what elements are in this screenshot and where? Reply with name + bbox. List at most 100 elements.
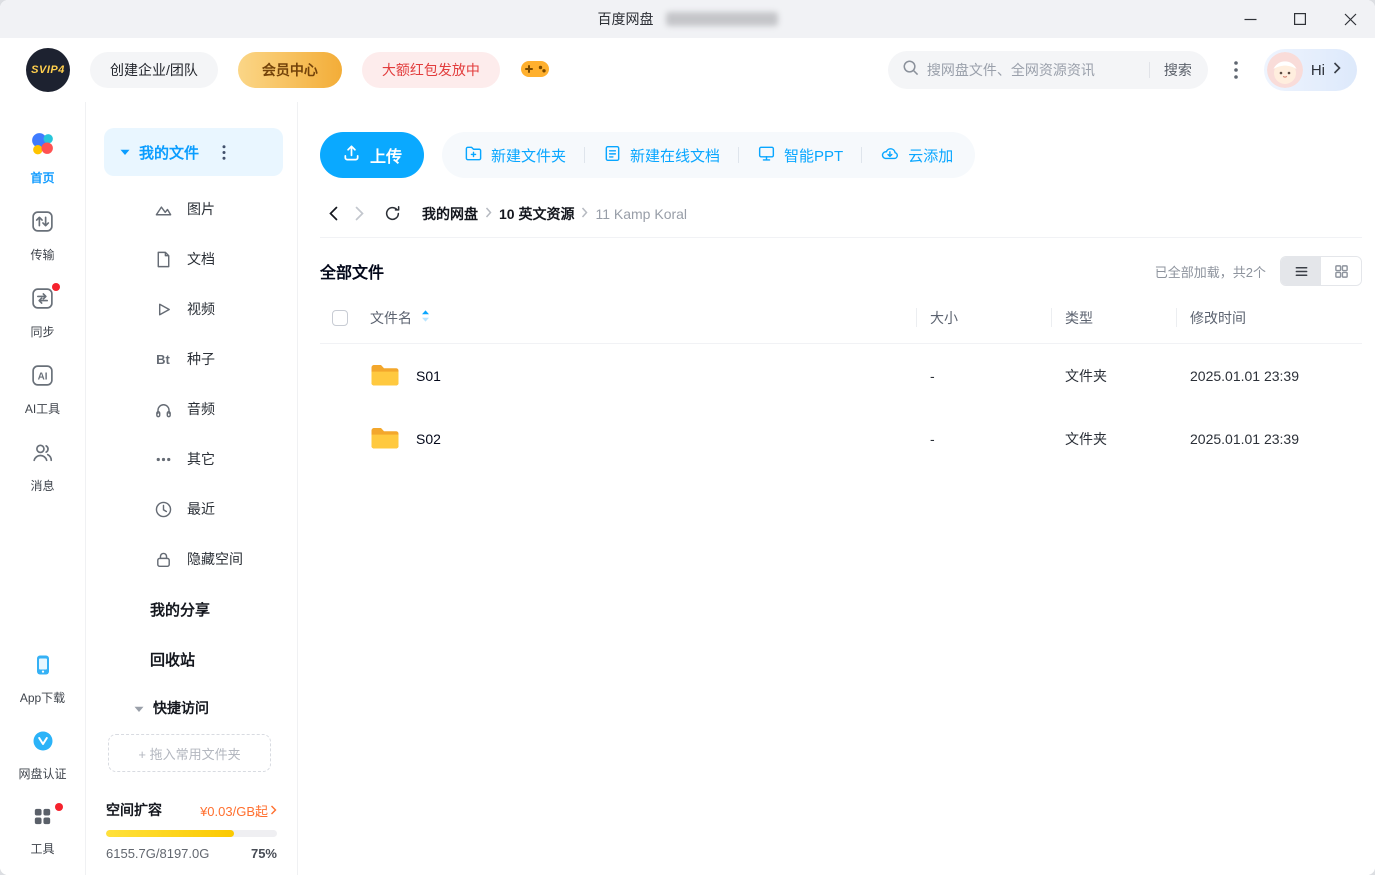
- file-row[interactable]: S01 - 文件夹 2025.01.01 23:39: [320, 344, 1362, 407]
- upload-button[interactable]: 上传: [320, 132, 425, 178]
- cloud-add-icon: [880, 144, 900, 167]
- maximize-button[interactable]: [1275, 0, 1325, 38]
- app-window: 百度网盘 SVIP4 创建企业/团队 会员中心 大额红包发放中 搜网盘文件、全网…: [0, 0, 1375, 875]
- grid-view-icon: [1334, 264, 1348, 278]
- category-label-torrents: 种子: [187, 351, 215, 367]
- minimize-button[interactable]: [1225, 0, 1275, 38]
- new-online-doc-button[interactable]: 新建在线文档: [585, 132, 738, 178]
- load-status: 已全部加载，共2个: [1154, 264, 1266, 280]
- storage-panel: 空间扩容 ¥0.03/GB起 6155.7G/8197.0G 75%: [86, 788, 297, 875]
- sidebar-item-audio[interactable]: 音频: [86, 384, 297, 434]
- red-packet-button[interactable]: 大额红包发放中: [361, 52, 500, 88]
- search-input[interactable]: [926, 62, 1141, 78]
- breadcrumb-item-current: 11 Kamp Koral: [595, 205, 688, 222]
- sidebar-item-my-shares[interactable]: 我的分享: [86, 584, 297, 634]
- sidebar-item-recent[interactable]: 最近: [86, 484, 297, 534]
- sidebar-item-quick-access[interactable]: 快捷访问: [86, 684, 297, 732]
- file-row[interactable]: S02 - 文件夹 2025.01.01 23:39: [320, 407, 1362, 470]
- ai-icon-text: AI: [38, 371, 48, 382]
- drag-folder-dropzone[interactable]: + 拖入常用文件夹: [108, 734, 271, 772]
- smart-ppt-button[interactable]: 智能PPT: [739, 132, 861, 178]
- storage-progress-bar: [106, 830, 277, 837]
- select-all-checkbox[interactable]: [332, 309, 348, 326]
- chevron-down-icon: [134, 700, 144, 716]
- username-blurred: [665, 12, 778, 26]
- nav-item-home[interactable]: 首页: [0, 130, 85, 186]
- breadcrumb-item-root[interactable]: 我的网盘: [422, 204, 478, 224]
- new-folder-label: 新建文件夹: [491, 147, 567, 165]
- sidebar-item-torrents[interactable]: Bt 种子: [86, 334, 297, 384]
- category-label-videos: 视频: [187, 301, 215, 317]
- cloud-add-label: 云添加: [908, 147, 954, 165]
- sidebar-item-pictures[interactable]: 图片: [86, 184, 297, 234]
- category-label-pictures: 图片: [187, 201, 215, 217]
- quick-access-label: 快捷访问: [153, 700, 209, 716]
- list-view-button[interactable]: [1281, 257, 1321, 285]
- nav-item-verification[interactable]: 网盘认证: [0, 729, 85, 782]
- column-header-modified[interactable]: 修改时间: [1176, 292, 1362, 343]
- back-button[interactable]: [320, 201, 346, 227]
- files-header: 全部文件 已全部加载，共2个: [320, 250, 1362, 292]
- file-size: -: [930, 367, 935, 384]
- sidebar-item-recycle-bin[interactable]: 回收站: [86, 634, 297, 684]
- nav-item-sync[interactable]: 同步: [0, 283, 85, 340]
- file-modified: 2025.01.01 23:39: [1190, 367, 1299, 384]
- forward-button[interactable]: [346, 201, 372, 227]
- new-folder-button[interactable]: 新建文件夹: [446, 132, 584, 178]
- sidebar-item-my-files[interactable]: 我的文件: [104, 128, 283, 176]
- upload-icon: [342, 143, 361, 167]
- file-name[interactable]: S01: [416, 368, 441, 384]
- sidebar-item-hidden-space[interactable]: 隐藏空间: [86, 534, 297, 584]
- sidebar-item-others[interactable]: 其它: [86, 434, 297, 484]
- smart-ppt-label: 智能PPT: [784, 147, 844, 165]
- transfer-icon: [30, 209, 55, 239]
- breadcrumb-bar: 我的网盘 10 英文资源 11 Kamp Koral: [320, 190, 1362, 238]
- column-header-type[interactable]: 类型: [1051, 292, 1190, 343]
- sidebar-item-documents[interactable]: 文档: [86, 234, 297, 284]
- file-type: 文件夹: [1065, 430, 1107, 447]
- more-menu-icon[interactable]: [1228, 61, 1244, 79]
- new-doc-icon: [603, 144, 622, 167]
- games-button[interactable]: [520, 58, 550, 83]
- sort-icon[interactable]: [420, 309, 431, 326]
- nav-item-app-download[interactable]: App下载: [0, 653, 85, 706]
- nav-item-ai-tools[interactable]: AI AI工具: [0, 363, 85, 417]
- sidebar-item-videos[interactable]: 视频: [86, 284, 297, 334]
- search-button[interactable]: 搜索: [1158, 60, 1194, 80]
- rail-bottom: App下载 网盘认证 工具: [0, 653, 85, 857]
- window-controls: [1225, 0, 1375, 38]
- storage-usage-text: 6155.7G/8197.0G: [106, 846, 210, 861]
- folder-icon: [370, 363, 400, 388]
- cloud-add-button[interactable]: 云添加: [862, 132, 971, 178]
- nav-item-tools[interactable]: 工具: [0, 803, 85, 857]
- create-team-button[interactable]: 创建企业/团队: [90, 52, 218, 88]
- nav-item-transfer[interactable]: 传输: [0, 209, 85, 263]
- nav-label-transfer: 传输: [30, 248, 55, 262]
- user-account[interactable]: Hi: [1263, 49, 1357, 91]
- storage-expand-button[interactable]: ¥0.03/GB起: [200, 801, 277, 820]
- column-header-name[interactable]: 文件名: [370, 308, 412, 328]
- app-title: 百度网盘: [597, 11, 654, 27]
- upload-label: 上传: [370, 149, 403, 166]
- category-label-hidden-space: 隐藏空间: [187, 551, 243, 567]
- folder-icon: [370, 426, 400, 451]
- member-center-button[interactable]: 会员中心: [237, 52, 342, 88]
- category-label-documents: 文档: [187, 251, 215, 267]
- body: 首页 传输 同步 AI AI工具 消息 App下载 网盘认证 工具 我的文件 图…: [0, 102, 1375, 875]
- smart-ppt-icon: [757, 144, 776, 167]
- breadcrumb-separator-icon: [485, 205, 492, 223]
- file-type: 文件夹: [1065, 367, 1107, 384]
- nav-item-messages[interactable]: 消息: [0, 440, 85, 494]
- new-online-doc-label: 新建在线文档: [630, 147, 721, 165]
- close-button[interactable]: [1325, 0, 1375, 38]
- storage-expand-label: 空间扩容: [106, 802, 162, 818]
- file-name[interactable]: S02: [416, 431, 441, 447]
- search-box: 搜索: [887, 51, 1208, 89]
- my-files-menu-icon[interactable]: [220, 143, 228, 162]
- refresh-button[interactable]: [378, 200, 406, 228]
- svip4-logo[interactable]: SVIP4: [26, 48, 70, 92]
- column-header-size[interactable]: 大小: [916, 292, 1065, 343]
- titlebar-center: 百度网盘: [598, 0, 778, 38]
- breadcrumb-item-parent[interactable]: 10 英文资源: [499, 204, 574, 224]
- grid-view-button[interactable]: [1321, 257, 1361, 285]
